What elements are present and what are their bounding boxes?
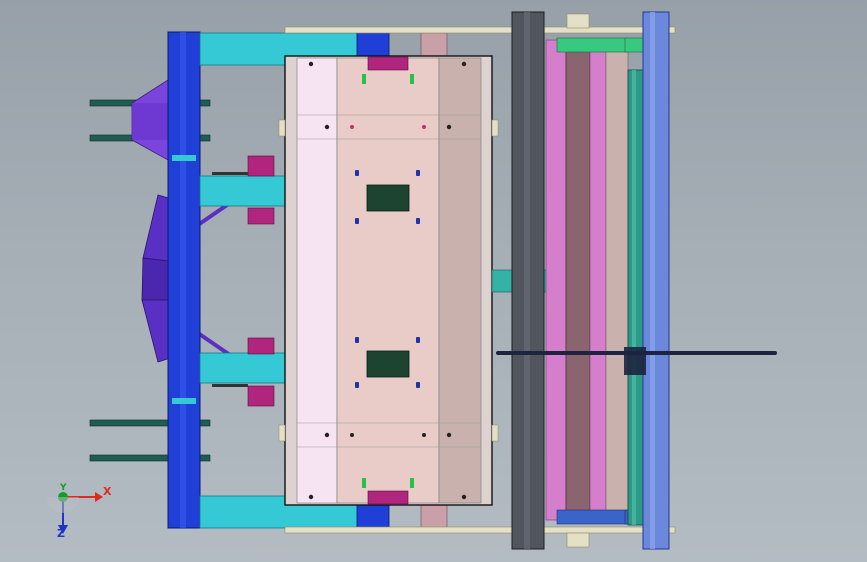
left-frame-column <box>167 31 201 529</box>
z-axis-label: Z <box>57 527 65 540</box>
rollers <box>545 39 629 521</box>
axis-triad <box>47 492 103 534</box>
central-plate[interactable] <box>284 55 493 506</box>
lower-window <box>366 350 410 378</box>
assembly-top-view[interactable] <box>0 0 867 562</box>
y-axis-label: Y <box>60 483 67 493</box>
cad-viewport[interactable]: X Y Z <box>0 0 867 562</box>
upper-window <box>366 184 410 212</box>
right-frame-column <box>642 11 670 550</box>
purple-hopper <box>131 79 169 161</box>
x-axis-label: X <box>103 485 112 498</box>
dark-bar <box>511 11 545 550</box>
